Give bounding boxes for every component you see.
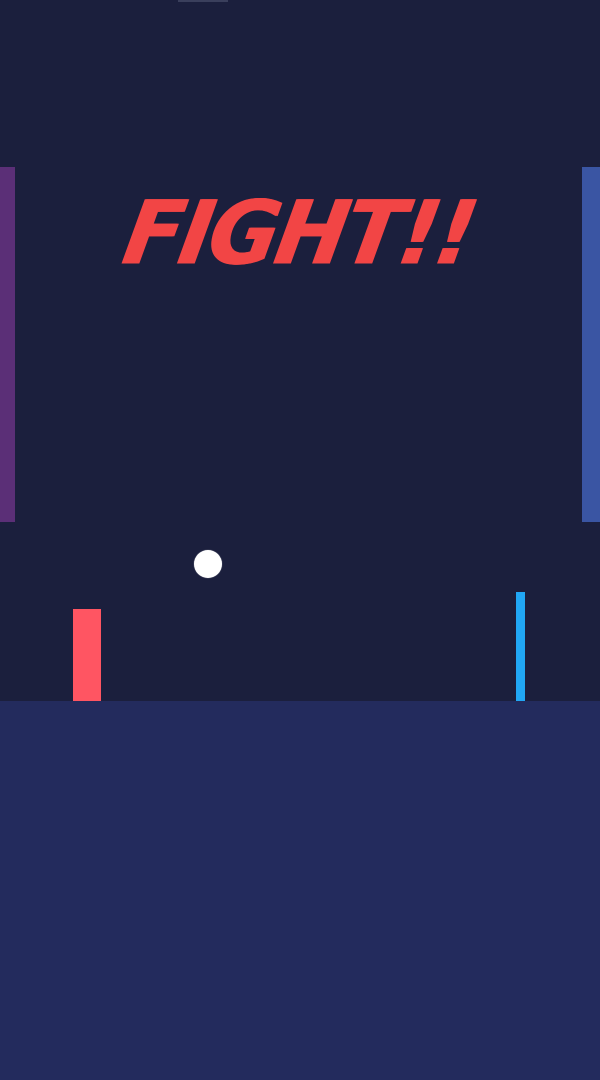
fight-banner: FIGHT!! bbox=[117, 181, 483, 285]
left-paddle[interactable] bbox=[73, 609, 101, 701]
ball bbox=[194, 550, 222, 578]
right-paddle[interactable] bbox=[516, 592, 525, 701]
game-stage[interactable]: FIGHT!! bbox=[0, 0, 600, 1080]
floor-area[interactable] bbox=[0, 701, 600, 1080]
top-indicator-bar bbox=[178, 0, 228, 2]
